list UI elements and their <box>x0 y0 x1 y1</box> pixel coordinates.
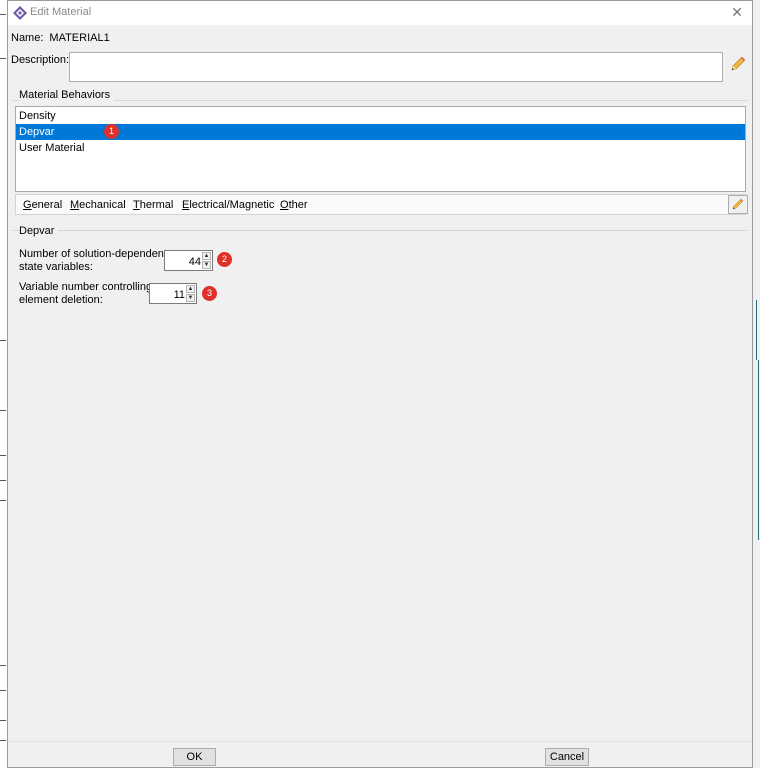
deletion-var-spinbox[interactable]: ▲ ▼ <box>149 283 197 304</box>
deletion-var-label: Variable number controlling element dele… <box>19 281 153 306</box>
num-state-vars-input[interactable] <box>166 252 203 269</box>
list-item-user-material[interactable]: User Material <box>16 140 745 156</box>
list-item-depvar[interactable]: Depvar 1 <box>16 124 745 140</box>
menu-mechanical[interactable]: Mechanical <box>70 199 126 211</box>
background-app-bottom <box>0 768 760 775</box>
abaqus-diamond-icon <box>13 6 27 20</box>
material-name-row: Name: MATERIAL1 <box>11 32 110 44</box>
background-app-right <box>752 0 760 775</box>
spin-up-icon[interactable]: ▲ <box>202 252 211 260</box>
behaviors-group-border <box>13 100 747 101</box>
edit-description-pencil-icon[interactable] <box>729 55 747 73</box>
description-field[interactable] <box>69 52 723 82</box>
annotation-badge-2: 2 <box>217 252 232 267</box>
behavior-menu-bar: General Mechanical Thermal Electrical/Ma… <box>15 194 746 215</box>
behaviors-group-title: Material Behaviors <box>19 89 115 101</box>
material-name: MATERIAL1 <box>49 32 110 44</box>
title-bar: Edit Material ✕ <box>8 1 752 25</box>
name-label: Name: <box>11 32 44 44</box>
num-state-vars-spinbox[interactable]: ▲ ▼ <box>164 250 213 271</box>
window-title: Edit Material <box>30 6 92 18</box>
menu-other[interactable]: Other <box>280 199 308 211</box>
menu-general[interactable]: General <box>23 199 62 211</box>
deletion-var-input[interactable] <box>151 285 187 302</box>
menu-thermal[interactable]: Thermal <box>133 199 173 211</box>
edit-behavior-button[interactable] <box>728 195 748 214</box>
material-behaviors-list[interactable]: Density Depvar 1 User Material <box>15 106 746 192</box>
pencil-icon <box>732 198 744 210</box>
footer-divider <box>8 741 752 742</box>
annotation-badge-3: 3 <box>202 286 217 301</box>
cancel-button[interactable]: Cancel <box>545 748 589 766</box>
num-state-vars-label: Number of solution-dependent state varia… <box>19 248 167 273</box>
description-label: Description: <box>11 54 70 66</box>
spin-down-icon[interactable]: ▼ <box>202 261 211 269</box>
spin-down-icon[interactable]: ▼ <box>186 294 195 302</box>
ok-button[interactable]: OK <box>173 748 216 766</box>
depvar-section-border <box>13 230 747 231</box>
list-item-density[interactable]: Density <box>16 108 745 124</box>
spin-up-icon[interactable]: ▲ <box>186 285 195 293</box>
depvar-section-title: Depvar <box>19 225 59 237</box>
menu-electrical-magnetic[interactable]: Electrical/Magnetic <box>182 199 274 211</box>
annotation-badge-1: 1 <box>104 124 119 139</box>
edit-material-dialog: Edit Material ✕ Name: MATERIAL1 Descripti… <box>7 0 753 768</box>
close-icon[interactable]: ✕ <box>728 3 746 21</box>
